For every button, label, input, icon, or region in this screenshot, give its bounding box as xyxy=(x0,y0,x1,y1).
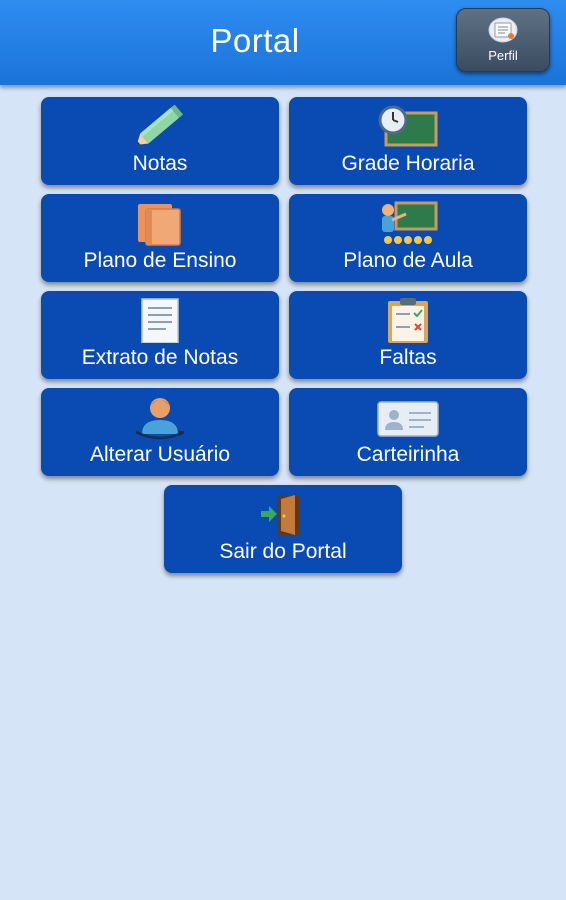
sair-portal-label: Sair do Portal xyxy=(219,540,347,563)
faltas-label: Faltas xyxy=(379,346,437,369)
notas-label: Notas xyxy=(132,152,188,175)
user-switch-icon xyxy=(135,398,185,440)
sair-portal-button[interactable]: Sair do Portal xyxy=(164,485,402,573)
books-icon xyxy=(138,204,181,246)
document-icon xyxy=(141,298,179,343)
exit-door-icon xyxy=(261,495,299,535)
plano-aula-label: Plano de Aula xyxy=(343,249,473,272)
perfil-button[interactable]: Perfil xyxy=(456,8,550,72)
top-bar: Portal Perfil xyxy=(0,0,566,85)
extrato-notas-label: Extrato de Notas xyxy=(81,346,239,369)
alterar-usuario-button[interactable]: Alterar Usuário xyxy=(41,388,279,476)
clock-blackboard-icon xyxy=(378,105,438,147)
perfil-label: Perfil xyxy=(488,48,518,63)
grade-horaria-button[interactable]: Grade Horaria xyxy=(289,97,527,185)
plano-ensino-label: Plano de Ensino xyxy=(83,249,237,272)
plano-ensino-button[interactable]: Plano de Ensino xyxy=(41,194,279,282)
profile-icon xyxy=(488,17,518,43)
faltas-button[interactable]: Faltas xyxy=(289,291,527,379)
carteirinha-button[interactable]: Carteirinha xyxy=(289,388,527,476)
id-card-icon xyxy=(377,401,439,437)
pencil-icon xyxy=(136,104,184,145)
alterar-usuario-label: Alterar Usuário xyxy=(89,443,231,466)
teacher-blackboard-icon xyxy=(382,201,438,244)
grade-horaria-label: Grade Horaria xyxy=(341,152,475,175)
page-title: Portal xyxy=(210,22,300,59)
plano-aula-button[interactable]: Plano de Aula xyxy=(289,194,527,282)
clipboard-checklist-icon xyxy=(388,298,428,343)
notas-button[interactable]: Notas xyxy=(41,97,279,185)
carteirinha-label: Carteirinha xyxy=(356,443,460,466)
extrato-notas-button[interactable]: Extrato de Notas xyxy=(41,291,279,379)
